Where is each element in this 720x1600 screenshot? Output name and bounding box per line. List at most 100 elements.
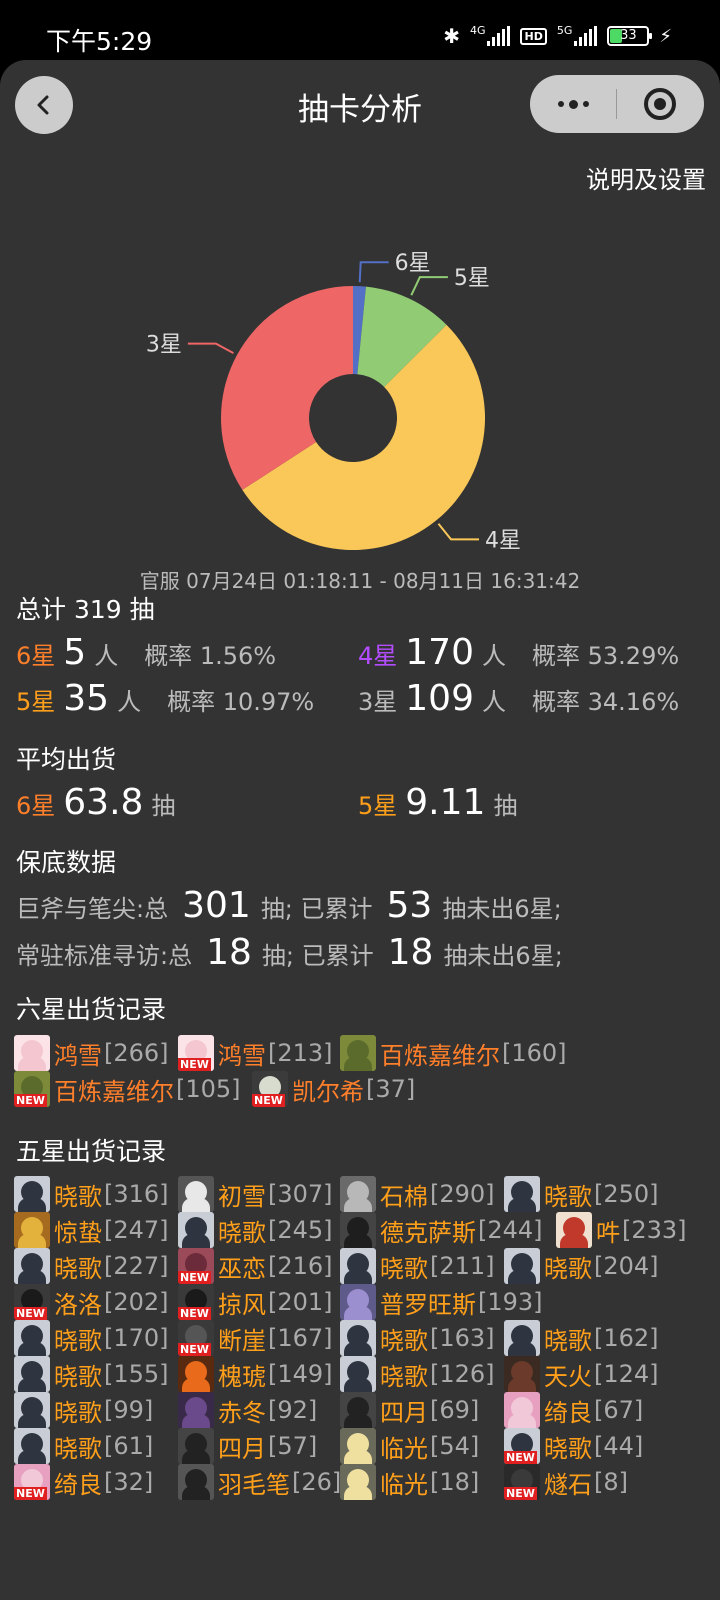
six-star-title: 六星出货记录 [16,995,167,1024]
pie-label-line-0 [358,261,389,283]
record-item[interactable]: 晓歌 [227] [14,1248,169,1284]
record-item[interactable]: 天火 [124] [504,1356,659,1392]
pull-count: [61] [104,1432,154,1460]
record-item[interactable]: 石棉 [290] [340,1176,495,1212]
average-item: 6星 63.8 抽 [16,782,175,823]
pity-pool: 常驻标准寻访:总 [16,942,193,970]
record-item[interactable]: 槐琥 [149] [178,1356,333,1392]
record-item[interactable]: 百炼嘉维尔 [160] [340,1035,567,1071]
pull-count: [92] [268,1396,318,1424]
record-item[interactable]: 晓歌 [99] [14,1392,153,1428]
record-item[interactable]: 普罗旺斯 [193] [340,1284,543,1320]
rate-unit: 人 [117,688,142,716]
operator-avatar [178,1392,214,1428]
record-item[interactable]: NEW 洛洛 [202] [14,1284,169,1320]
record-item[interactable]: 德克萨斯 [244] [340,1212,543,1248]
operator-avatar: NEW [178,1284,214,1320]
operator-name: 四月 [380,1398,428,1427]
new-badge: NEW [14,1487,47,1500]
operator-name: 晓歌 [380,1362,428,1391]
record-item[interactable]: 羽毛笔 [26] [178,1464,341,1500]
operator-name: 晓歌 [544,1254,592,1283]
operator-name: 燧石 [544,1470,592,1499]
operator-avatar [178,1464,214,1500]
pity-total: 301 [182,885,251,926]
operator-name: 晓歌 [544,1182,592,1211]
record-item[interactable]: 晓歌 [61] [14,1428,153,1464]
record-item[interactable]: 四月 [69] [340,1392,479,1428]
record-item[interactable]: 吽 [233] [556,1212,687,1248]
record-item[interactable]: 初雪 [307] [178,1176,333,1212]
app-container: 抽卡分析 说明及设置 6星 5星 4星 3星 官服 07月24日 01:18:11 -… [0,60,720,1600]
record-item[interactable]: NEW 鸿雪 [213] [178,1035,333,1071]
signal-icon [487,26,511,46]
rate-unit: 人 [482,688,506,716]
record-item[interactable]: 晓歌 [126] [340,1356,495,1392]
rate-unit: 人 [94,642,119,670]
pull-count: [44] [594,1432,644,1460]
battery-icon: 33 [607,26,653,46]
pull-count: [316] [104,1180,169,1208]
more-button[interactable] [530,75,616,133]
operator-avatar: NEW [178,1035,214,1071]
pie-label-line-3 [187,342,234,354]
record-item[interactable]: NEW 燧石 [8] [504,1464,628,1500]
record-item[interactable]: 晓歌 [245] [178,1212,333,1248]
operator-avatar [14,1428,50,1464]
operator-avatar [178,1212,214,1248]
operator-name: 晓歌 [54,1182,102,1211]
record-item[interactable]: 晓歌 [162] [504,1320,659,1356]
pull-count: [233] [622,1216,687,1244]
record-item[interactable]: NEW 晓歌 [44] [504,1428,643,1464]
operator-avatar: NEW [14,1464,50,1500]
status-bar: 下午5:29 ✱ 4G HD 5G 33 ⚡ [0,0,720,60]
record-item[interactable]: 临光 [54] [340,1428,479,1464]
record-item[interactable]: NEW 绮良 [32] [14,1464,153,1500]
pull-count: [202] [104,1288,169,1316]
operator-name: 德克萨斯 [380,1218,476,1247]
record-item[interactable]: NEW 巫恋 [216] [178,1248,333,1284]
pull-count: [211] [430,1252,495,1280]
pull-count: [37] [366,1075,416,1103]
pity-tail: 抽未出6星; [442,895,562,923]
record-item[interactable]: NEW 百炼嘉维尔 [105] [14,1071,241,1107]
record-item[interactable]: NEW 凯尔希 [37] [252,1071,415,1107]
pull-count: [67] [594,1396,644,1424]
record-item[interactable]: 晓歌 [316] [14,1176,169,1212]
record-item[interactable]: 晓歌 [163] [340,1320,495,1356]
record-item[interactable]: 晓歌 [204] [504,1248,659,1284]
operator-name: 吽 [596,1218,620,1247]
record-item[interactable]: NEW 断崖 [167] [178,1320,333,1356]
network-label-2: 5G [556,23,573,37]
pull-count: [266] [104,1039,169,1067]
record-item[interactable]: NEW 掠风 [201] [178,1284,333,1320]
record-item[interactable]: 赤冬 [92] [178,1392,317,1428]
record-item[interactable]: 鸿雪 [266] [14,1035,169,1071]
record-item[interactable]: 绮良 [67] [504,1392,643,1428]
record-item[interactable]: 晓歌 [155] [14,1356,169,1392]
average-star: 6星 [16,792,56,820]
operator-avatar [504,1176,540,1212]
bluetooth-icon: ✱ [443,24,460,48]
record-item[interactable]: 晓歌 [211] [340,1248,495,1284]
record-item[interactable]: 临光 [18] [340,1464,479,1500]
close-miniprogram-button[interactable] [617,75,703,133]
record-item[interactable]: 四月 [57] [178,1428,317,1464]
pull-count: [57] [268,1432,318,1460]
operator-avatar [14,1212,50,1248]
total-pulls: 总计 319 抽 [16,595,155,624]
operator-name: 鸿雪 [54,1041,102,1070]
operator-avatar [14,1035,50,1071]
pull-count: [213] [268,1039,333,1067]
rate-count: 5 [63,632,87,673]
pie-label-line-2 [437,523,480,541]
network-label-1: 4G [469,23,486,37]
operator-name: 晓歌 [380,1254,428,1283]
operator-avatar [14,1176,50,1212]
record-item[interactable]: 惊蛰 [247] [14,1212,169,1248]
record-item[interactable]: 晓歌 [170] [14,1320,169,1356]
pull-count: [155] [104,1360,169,1388]
record-item[interactable]: 晓歌 [250] [504,1176,659,1212]
pull-count: [244] [478,1216,543,1244]
operator-avatar [14,1356,50,1392]
